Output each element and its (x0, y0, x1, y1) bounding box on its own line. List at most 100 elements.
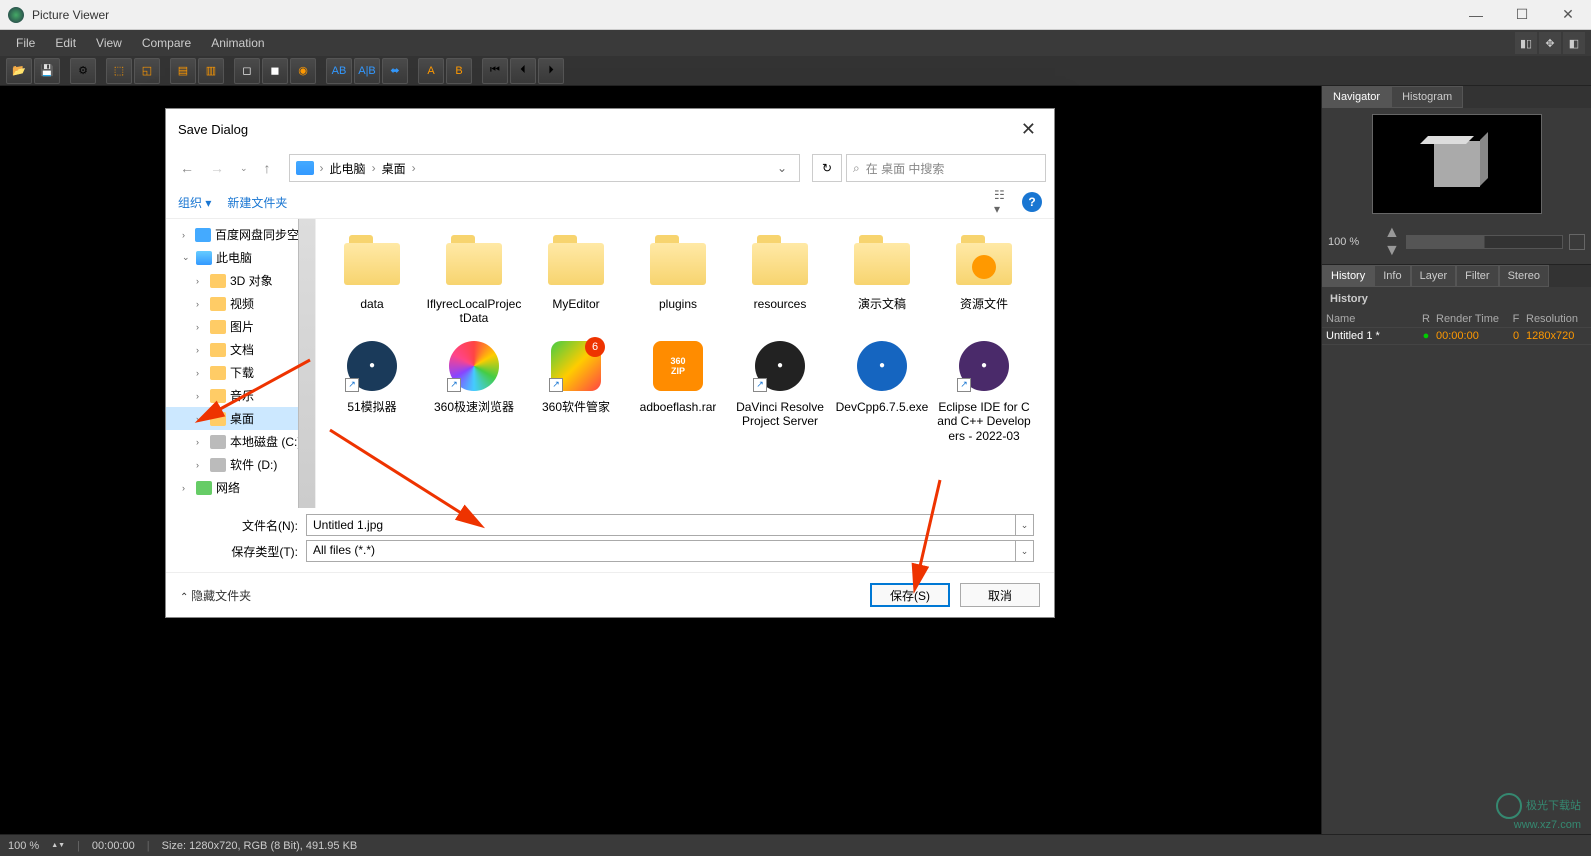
history-row[interactable]: Untitled 1 * ● 00:00:00 0 1280x720 (1322, 328, 1591, 345)
tree-item[interactable]: ›软件 (D:) (166, 453, 315, 476)
navigator-preview[interactable] (1372, 114, 1542, 214)
nav-forward-icon[interactable]: → (204, 156, 230, 180)
zoom-stepper[interactable]: ▲▼ (1384, 224, 1400, 260)
file-item[interactable]: resources (730, 229, 830, 330)
folder-tree[interactable]: ›百度网盘同步空间⌄此电脑›3D 对象›视频›图片›文档›下载›音乐›桌面›本地… (166, 219, 316, 508)
maximize-button[interactable]: ☐ (1499, 0, 1545, 30)
help-icon[interactable]: ? (1022, 192, 1042, 212)
nav-up-icon[interactable]: ↑ (258, 156, 277, 180)
file-item[interactable]: ●↗Eclipse IDE for C and C++ Developers -… (934, 332, 1034, 447)
tab-info[interactable]: Info (1374, 265, 1410, 287)
tree-item[interactable]: ⌄此电脑 (166, 246, 315, 269)
close-button[interactable]: ✕ (1545, 0, 1591, 30)
crumb-thispc[interactable]: 此电脑 (330, 160, 366, 177)
breadcrumb[interactable]: › 此电脑 › 桌面 › ⌄ (289, 154, 800, 182)
history-header: History (1322, 287, 1591, 311)
tree-item[interactable]: ›百度网盘同步空间 (166, 223, 315, 246)
nav-first-icon[interactable]: ⏮ (482, 58, 508, 84)
refresh-icon[interactable]: ↻ (812, 154, 842, 182)
compare-split-icon[interactable]: A|B (354, 58, 380, 84)
tool1-icon[interactable]: ▤ (170, 58, 196, 84)
tree-item[interactable]: ›音乐 (166, 384, 315, 407)
expand-icon[interactable]: ✥ (1539, 32, 1561, 54)
filetype-drop-icon[interactable]: ⌄ (1016, 540, 1034, 562)
crumb-desktop[interactable]: 桌面 (382, 160, 406, 177)
new-folder-button[interactable]: 新建文件夹 (227, 194, 287, 211)
file-item[interactable]: 演示文稿 (832, 229, 932, 330)
tab-filter[interactable]: Filter (1456, 265, 1498, 287)
nav-back-icon[interactable]: ← (174, 156, 200, 180)
menu-view[interactable]: View (86, 32, 132, 54)
save-icon[interactable]: 💾 (34, 58, 60, 84)
filename-label: 文件名(N): (226, 517, 306, 534)
hide-folders-toggle[interactable]: 隐藏文件夹 (180, 587, 251, 604)
dialog-close-icon[interactable]: ✕ (1015, 119, 1042, 140)
menu-animation[interactable]: Animation (201, 32, 274, 54)
tree-item[interactable]: ›网络 (166, 476, 315, 499)
file-item[interactable]: data (322, 229, 422, 330)
tree-item[interactable]: ›视频 (166, 292, 315, 315)
tab-stereo[interactable]: Stereo (1499, 265, 1549, 287)
compare-ab-icon[interactable]: AB (326, 58, 352, 84)
file-item[interactable]: ●↗51模拟器 (322, 332, 422, 447)
nav-next-icon[interactable]: ⏵ (538, 58, 564, 84)
search-input[interactable]: ⌕ 在 桌面 中搜索 (846, 154, 1046, 182)
menu-file[interactable]: File (6, 32, 45, 54)
file-item[interactable]: ●↗DaVinci Resolve Project Server (730, 332, 830, 447)
menu-compare[interactable]: Compare (132, 32, 201, 54)
filename-drop-icon[interactable]: ⌄ (1016, 514, 1034, 536)
history-col-name[interactable]: Name (1326, 313, 1416, 325)
actual-icon[interactable]: ◱ (134, 58, 160, 84)
file-item[interactable]: 360ZIPadboeflash.rar (628, 332, 728, 447)
zoom-slider[interactable] (1406, 235, 1563, 249)
minimize-button[interactable]: — (1453, 0, 1499, 30)
settings-icon[interactable]: ◧ (1563, 32, 1585, 54)
channel-a-icon[interactable]: ◼ (262, 58, 288, 84)
tab-navigator[interactable]: Navigator (1322, 86, 1391, 108)
tree-item[interactable]: ›图片 (166, 315, 315, 338)
status-zoom-stepper[interactable]: ▲▼ (51, 842, 65, 849)
open-icon[interactable]: 📂 (6, 58, 32, 84)
file-item[interactable]: ●DevCpp6.7.5.exe (832, 332, 932, 447)
file-item[interactable]: MyEditor (526, 229, 626, 330)
zoom-lock-icon[interactable] (1569, 234, 1585, 250)
filetype-select[interactable]: All files (*.*) (306, 540, 1016, 562)
tool2-icon[interactable]: ▥ (198, 58, 224, 84)
menu-edit[interactable]: Edit (45, 32, 86, 54)
tree-item[interactable]: ›下载 (166, 361, 315, 384)
fit-icon[interactable]: ⬚ (106, 58, 132, 84)
tree-item[interactable]: ›文档 (166, 338, 315, 361)
save-button[interactable]: 保存(S) (870, 583, 950, 607)
breadcrumb-drop-icon[interactable]: ⌄ (771, 161, 793, 175)
files-panel[interactable]: dataIflyrecLocalProjectDataMyEditorplugi… (316, 219, 1054, 508)
tree-item[interactable]: ›本地磁盘 (C:) (166, 430, 315, 453)
tree-item[interactable]: ›桌面 (166, 407, 315, 430)
nav-prev-icon[interactable]: ⏴ (510, 58, 536, 84)
b-icon[interactable]: B (446, 58, 472, 84)
file-item[interactable]: IflyrecLocalProjectData (424, 229, 524, 330)
file-item[interactable]: ↗360极速浏览器 (424, 332, 524, 447)
channel-single-icon[interactable]: ◉ (290, 58, 316, 84)
history-col-res[interactable]: Resolution (1526, 313, 1587, 325)
a-icon[interactable]: A (418, 58, 444, 84)
history-col-time[interactable]: Render Time (1436, 313, 1506, 325)
layout-icon[interactable]: ▮▯ (1515, 32, 1537, 54)
cancel-button[interactable]: 取消 (960, 583, 1040, 607)
history-col-r[interactable]: R (1416, 313, 1436, 325)
view-mode-icon[interactable]: ☷ ▾ (994, 192, 1014, 212)
tab-history[interactable]: History (1322, 265, 1374, 287)
file-item[interactable]: 资源文件 (934, 229, 1034, 330)
render-icon[interactable]: ⚙ (70, 58, 96, 84)
nav-history-icon[interactable]: ⌄ (234, 159, 254, 178)
file-item[interactable]: plugins (628, 229, 728, 330)
file-item[interactable]: 6↗360软件管家 (526, 332, 626, 447)
tab-layer[interactable]: Layer (1411, 265, 1457, 287)
history-table: Name R Render Time F Resolution Untitled… (1322, 311, 1591, 345)
tab-histogram[interactable]: Histogram (1391, 86, 1463, 108)
tree-item[interactable]: ›3D 对象 (166, 269, 315, 292)
filename-input[interactable] (306, 514, 1016, 536)
organize-button[interactable]: 组织 ▾ (178, 194, 211, 211)
compare-wipe-icon[interactable]: ⬌ (382, 58, 408, 84)
history-col-f[interactable]: F (1506, 313, 1526, 325)
channel-rgb-icon[interactable]: ◻ (234, 58, 260, 84)
